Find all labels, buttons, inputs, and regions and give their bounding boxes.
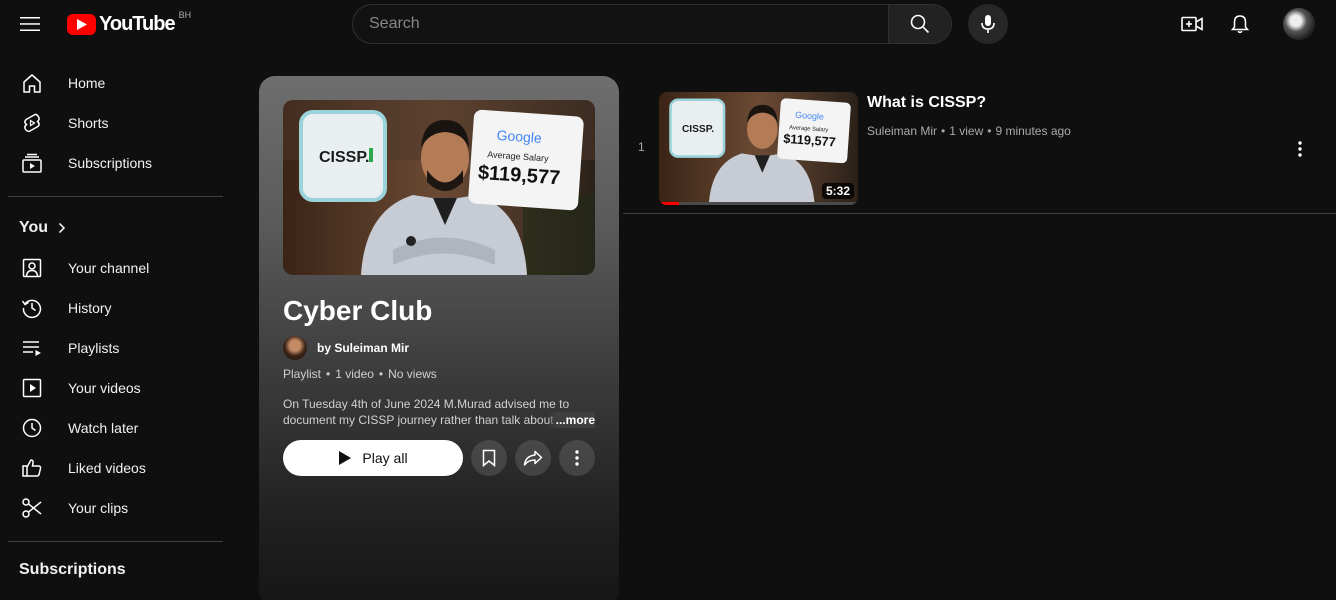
sidebar-item-label: Your channel [68, 260, 150, 276]
you-section-link[interactable]: You [19, 219, 66, 237]
video-duration: 5:32 [821, 183, 854, 199]
save-playlist-button[interactable] [471, 440, 507, 476]
share-icon [523, 450, 543, 466]
youtube-logo[interactable]: YouTube BH [67, 10, 192, 36]
meta-separator: • [987, 124, 992, 138]
playlist-description: On Tuesday 4th of June 2024 M.Murad advi… [283, 396, 595, 428]
sidebar: Home Shorts Subscriptions You Your chann… [0, 56, 232, 600]
playlist-owner[interactable]: by Suleiman Mir [283, 336, 409, 360]
sidebar-item-label: History [68, 300, 112, 316]
sidebar-item-playlists[interactable]: Playlists [8, 328, 224, 368]
more-button[interactable]: ...more [547, 412, 595, 428]
sidebar-item-your-videos[interactable]: Your videos [8, 368, 224, 408]
bookmark-icon [482, 449, 496, 467]
notifications-button[interactable] [1220, 4, 1260, 44]
sidebar-divider [8, 541, 223, 542]
sidebar-item-label: Playlists [68, 340, 120, 356]
playlist-type: Playlist [283, 367, 322, 381]
play-logo-icon [67, 13, 96, 35]
play-all-label: Play all [362, 450, 408, 466]
thumb-brand-text: Google [496, 127, 542, 146]
history-icon [20, 296, 44, 320]
meta-separator: • [326, 367, 331, 381]
sidebar-item-label: Shorts [68, 115, 109, 131]
scissors-icon [20, 496, 44, 520]
bell-icon [1231, 15, 1249, 34]
video-views: 1 view [949, 124, 984, 138]
sidebar-item-label: Your videos [68, 380, 141, 396]
owner-name[interactable]: by Suleiman Mir [317, 341, 409, 355]
subscriptions-heading: Subscriptions [19, 561, 126, 578]
your-videos-icon [20, 376, 44, 400]
more-vert-icon [1298, 141, 1302, 157]
meta-separator: • [378, 367, 384, 381]
you-heading: You [19, 219, 49, 236]
sidebar-item-home[interactable]: Home [8, 63, 224, 103]
menu-button[interactable] [14, 8, 46, 40]
sidebar-item-label: Your clips [68, 500, 129, 516]
playlist-views: No views [388, 367, 437, 381]
sidebar-item-label: Home [68, 75, 106, 91]
playlist-title: Cyber Club [283, 295, 433, 326]
playlist-thumbnail[interactable]: CISSP. Google Average Salary $119,577 [283, 100, 595, 275]
video-age: 9 minutes ago [995, 124, 1071, 138]
sidebar-item-label: Watch later [68, 420, 139, 436]
sidebar-item-shorts[interactable]: Shorts [8, 103, 224, 143]
watch-progress-bar [659, 202, 858, 205]
playlist-video-item[interactable]: 1 CISSP. Google Average Salary $119,577 … [623, 84, 1336, 214]
sidebar-item-your-channel[interactable]: Your channel [8, 248, 224, 288]
thumb-brand-text: Google [795, 110, 824, 122]
video-meta: Suleiman Mir • 1 view • 9 minutes ago [867, 124, 1071, 138]
search-button[interactable] [888, 4, 952, 44]
clock-icon [20, 416, 44, 440]
playlist-description-text: On Tuesday 4th of June 2024 M.Murad advi… [283, 397, 570, 427]
subscriptions-icon [20, 151, 44, 175]
more-actions-button[interactable] [559, 440, 595, 476]
country-code: BH [178, 10, 192, 20]
video-list-divider [623, 213, 1336, 214]
search-bar [352, 4, 952, 44]
thumb-badge-text: CISSP. [682, 124, 714, 135]
thumb-badge-text: CISSP. [319, 149, 369, 166]
create-button[interactable] [1172, 4, 1212, 44]
account-avatar[interactable] [1283, 8, 1315, 40]
create-video-icon [1181, 16, 1203, 32]
thumbs-up-icon [20, 456, 44, 480]
home-icon [20, 71, 44, 95]
playlist-header-card: CISSP. Google Average Salary $119,577 Cy… [259, 76, 619, 600]
playlists-icon [20, 336, 44, 360]
voice-search-button[interactable] [968, 4, 1008, 44]
sidebar-item-subscriptions[interactable]: Subscriptions [8, 143, 224, 183]
video-thumbnail[interactable]: CISSP. Google Average Salary $119,577 5:… [659, 92, 858, 205]
video-index: 1 [638, 140, 645, 154]
hamburger-icon [20, 17, 40, 31]
playlist-video-count: 1 video [335, 367, 374, 381]
sidebar-item-history[interactable]: History [8, 288, 224, 328]
video-title[interactable]: What is CISSP? [867, 94, 986, 112]
search-input[interactable] [352, 4, 889, 44]
sidebar-item-your-clips[interactable]: Your clips [8, 488, 224, 528]
sidebar-item-label: Liked videos [68, 460, 146, 476]
search-icon [910, 14, 930, 34]
microphone-icon [981, 15, 995, 33]
video-channel[interactable]: Suleiman Mir [867, 124, 937, 138]
meta-separator: • [941, 124, 946, 138]
watch-progress-fill [659, 202, 679, 205]
top-bar: YouTube BH [0, 0, 1336, 48]
play-icon [339, 451, 352, 465]
your-channel-icon [20, 256, 44, 280]
share-button[interactable] [515, 440, 551, 476]
playlist-meta: Playlist • 1 video • No views [283, 367, 437, 381]
sidebar-item-label: Subscriptions [68, 155, 153, 171]
video-menu-button[interactable] [1288, 137, 1312, 161]
shorts-icon [20, 111, 44, 135]
sidebar-divider [8, 196, 223, 197]
logo-text: YouTube [99, 12, 176, 35]
sidebar-item-liked-videos[interactable]: Liked videos [8, 448, 224, 488]
owner-avatar[interactable] [283, 336, 307, 360]
play-all-button[interactable]: Play all [283, 440, 463, 476]
chevron-right-icon [59, 222, 66, 234]
sidebar-item-watch-later[interactable]: Watch later [8, 408, 224, 448]
more-vert-icon [575, 450, 579, 466]
